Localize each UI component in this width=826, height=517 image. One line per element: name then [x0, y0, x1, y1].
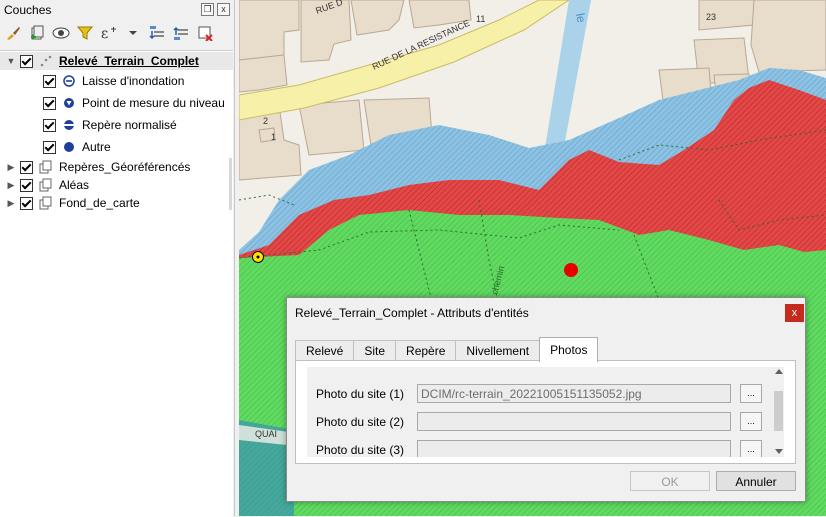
circle-half-icon	[62, 118, 76, 132]
layer-label: Repères_Géoréférencés	[59, 160, 191, 174]
legend-label: Laisse d'inondation	[82, 74, 185, 88]
circle-filled-icon	[62, 140, 76, 154]
photo-field-1: Photo du site (1) DCIM/rc-terrain_202210…	[307, 383, 782, 405]
building-number: 2	[263, 116, 268, 126]
legend-checkbox[interactable]	[43, 118, 56, 132]
legend-item-autre[interactable]: Autre	[39, 137, 111, 157]
collapse-all-icon[interactable]	[172, 24, 190, 42]
layer-group-aleas[interactable]: ▶ Aléas	[6, 175, 90, 195]
field-label: Photo du site (3)	[316, 443, 405, 457]
collapsed-arrow-icon[interactable]: ▶	[6, 198, 16, 209]
browse-button[interactable]: ...	[740, 440, 762, 457]
layer-label: Relevé_Terrain_Complet	[59, 54, 199, 68]
layer-group-releve[interactable]: ▼ Relevé_Terrain_Complet	[6, 51, 199, 71]
restore-icon[interactable]: ❐	[201, 3, 214, 16]
add-group-icon[interactable]	[28, 24, 46, 42]
scroll-down-arrow-icon[interactable]	[775, 449, 783, 454]
layers-panel: Couches ❐ x ε ▼ Relevé_Terrain_Complet L…	[0, 0, 235, 517]
tab-site[interactable]: Site	[353, 340, 397, 361]
scroll-thumb[interactable]	[774, 391, 783, 431]
group-layer-icon	[39, 160, 53, 174]
layer-group-reperes[interactable]: ▶ Repères_Géoréférencés	[6, 157, 191, 177]
ok-button[interactable]: OK	[630, 471, 710, 491]
tab-repere[interactable]: Repère	[395, 340, 457, 361]
field-label: Photo du site (1)	[316, 387, 405, 401]
tab-content-photos: Photo du site (1) DCIM/rc-terrain_202210…	[295, 360, 796, 464]
photo-path-input[interactable]	[417, 440, 731, 457]
expanded-arrow-icon[interactable]: ▼	[6, 56, 16, 66]
close-icon[interactable]: x	[217, 3, 230, 16]
tree-scrollbar[interactable]	[229, 158, 232, 210]
attributes-dialog: Relevé_Terrain_Complet - Attributs d'ent…	[286, 297, 806, 502]
collapsed-arrow-icon[interactable]: ▶	[6, 180, 16, 191]
style-brush-icon[interactable]	[4, 24, 22, 42]
street-label: QUAI	[255, 429, 277, 439]
cancel-button[interactable]: Annuler	[716, 471, 796, 491]
legend-item-point-mesure[interactable]: Point de mesure du niveau	[39, 93, 225, 113]
browse-button[interactable]: ...	[740, 412, 762, 431]
legend-label: Point de mesure du niveau	[82, 96, 225, 110]
dialog-title: Relevé_Terrain_Complet - Attributs d'ent…	[295, 306, 529, 320]
legend-checkbox[interactable]	[43, 96, 56, 110]
legend-item-repere[interactable]: Repère normalisé	[39, 115, 177, 135]
layer-group-fond[interactable]: ▶ Fond_de_carte	[6, 193, 140, 213]
photo-field-3: Photo du site (3) ...	[307, 439, 782, 457]
photo-field-2: Photo du site (2) ...	[307, 411, 782, 433]
circle-triangle-icon	[62, 96, 76, 110]
browse-button[interactable]: ...	[740, 384, 762, 403]
layer-label: Aléas	[59, 178, 90, 192]
layer-checkbox[interactable]	[20, 54, 33, 68]
dialog-tabs: Relevé Site Repère Nivellement Photos	[295, 337, 599, 362]
group-layer-icon	[39, 178, 53, 192]
survey-point-yellow[interactable]	[252, 251, 264, 263]
survey-point-red[interactable]	[564, 263, 578, 277]
building-number: 23	[706, 12, 716, 22]
layer-checkbox[interactable]	[20, 178, 33, 192]
dialog-close-button[interactable]: x	[785, 304, 804, 322]
legend-label: Repère normalisé	[82, 118, 177, 132]
tab-nivellement[interactable]: Nivellement	[455, 340, 541, 361]
building-number: 1	[271, 132, 276, 142]
building-number: 11	[476, 14, 485, 24]
expand-all-icon[interactable]	[148, 24, 166, 42]
point-layer-icon	[39, 54, 53, 68]
tab-releve[interactable]: Relevé	[295, 340, 355, 361]
collapsed-arrow-icon[interactable]: ▶	[6, 162, 16, 173]
group-layer-icon	[39, 196, 53, 210]
remove-layer-icon[interactable]	[196, 24, 214, 42]
form-scrollbar[interactable]	[773, 367, 784, 457]
layer-label: Fond_de_carte	[59, 196, 140, 210]
svg-text:ε: ε	[101, 26, 108, 41]
scroll-up-arrow-icon[interactable]	[775, 369, 783, 374]
layers-toolbar: ε	[4, 22, 214, 44]
circle-minus-icon	[62, 74, 76, 88]
legend-item-laisse[interactable]: Laisse d'inondation	[39, 71, 184, 91]
photo-path-input[interactable]	[417, 412, 731, 431]
tab-photos[interactable]: Photos	[539, 337, 599, 362]
legend-checkbox[interactable]	[43, 140, 56, 154]
filter-icon[interactable]	[76, 24, 94, 42]
photo-fields-area: Photo du site (1) DCIM/rc-terrain_202210…	[307, 367, 782, 457]
panel-title: Couches	[4, 3, 52, 17]
expression-filter-icon[interactable]: ε	[100, 24, 118, 42]
field-label: Photo du site (2)	[316, 415, 405, 429]
photo-path-input[interactable]: DCIM/rc-terrain_20221005151135052.jpg	[417, 384, 731, 403]
panel-window-buttons: ❐ x	[201, 3, 230, 16]
legend-label: Autre	[82, 140, 111, 154]
layer-checkbox[interactable]	[20, 160, 33, 174]
legend-checkbox[interactable]	[43, 74, 56, 88]
dropdown-arrow-icon[interactable]	[124, 24, 142, 42]
eye-visibility-icon[interactable]	[52, 24, 70, 42]
layer-checkbox[interactable]	[20, 196, 33, 210]
